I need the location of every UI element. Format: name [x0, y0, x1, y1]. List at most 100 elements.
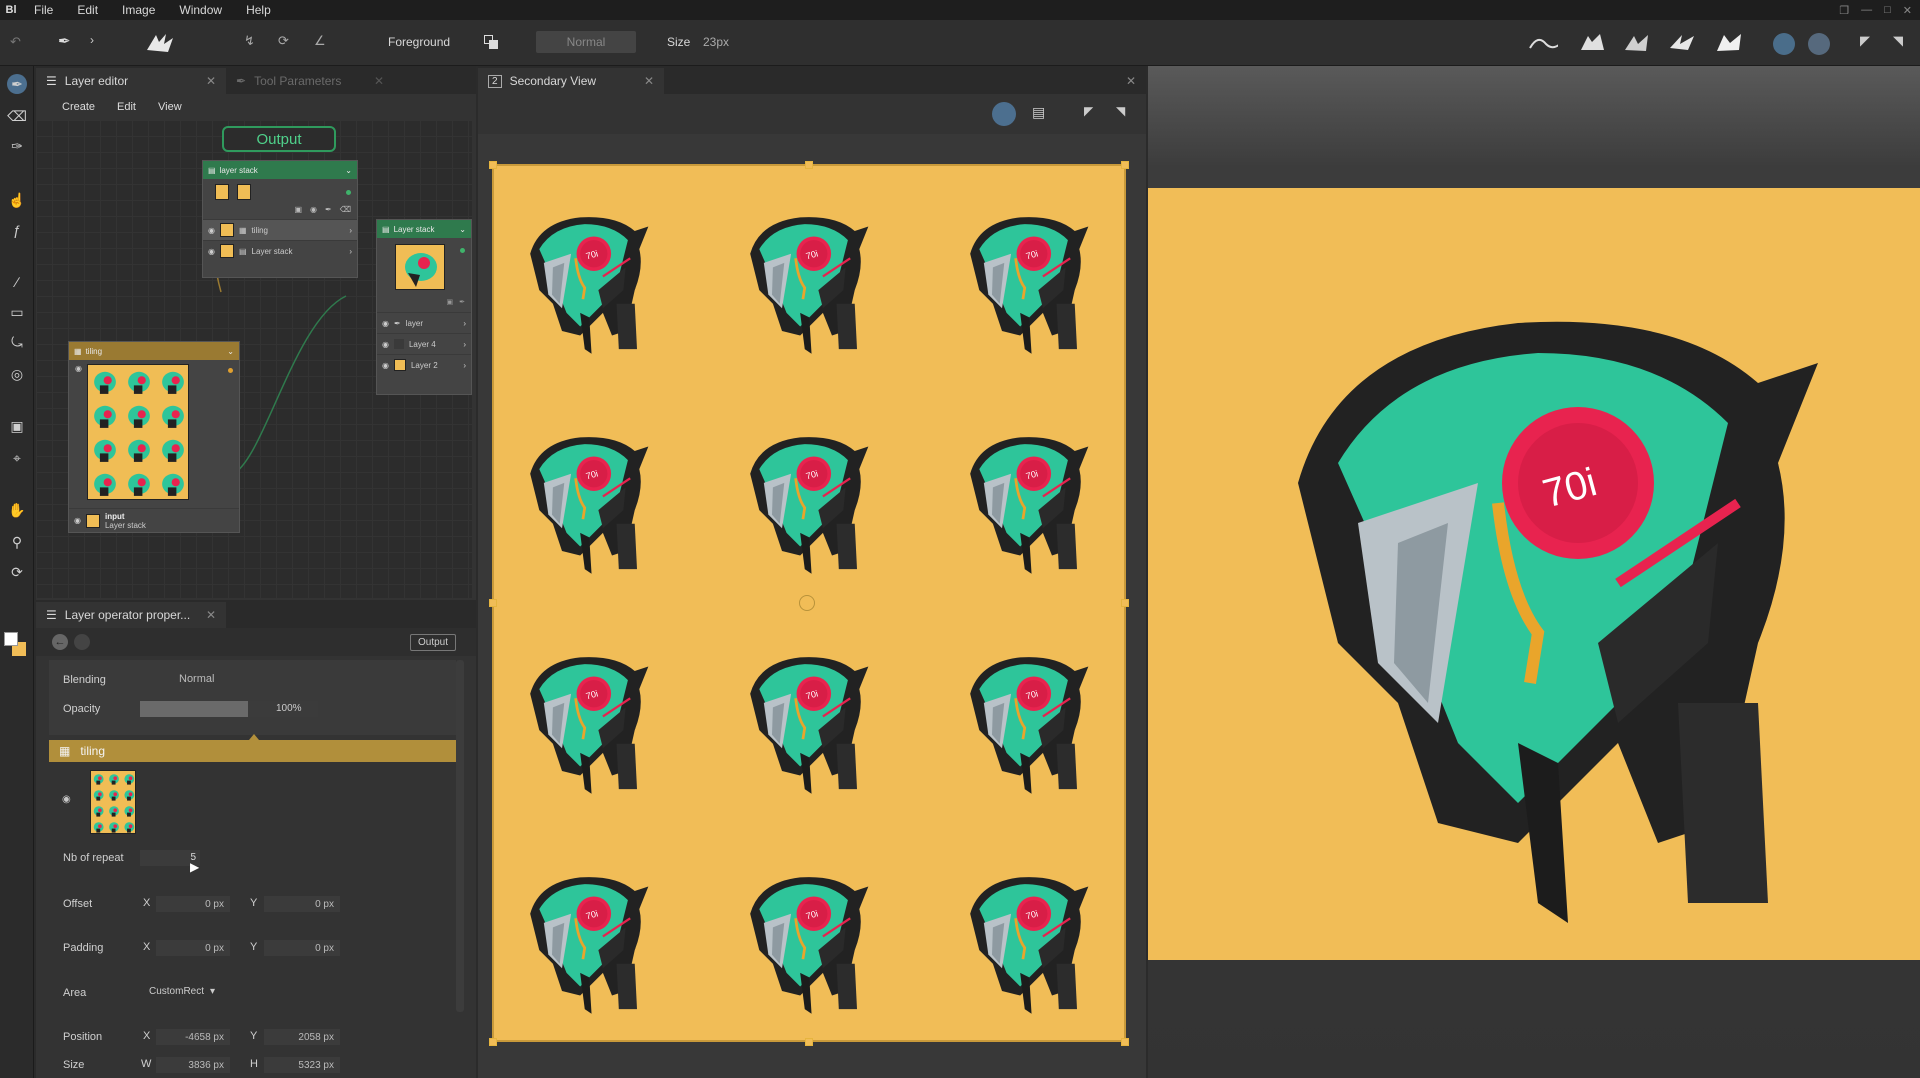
padding-y-field[interactable]: 0 px: [264, 940, 340, 956]
tiling-input-row[interactable]: ◉ input Layer stack: [69, 508, 239, 532]
menu-create[interactable]: Create: [62, 101, 95, 113]
eye-icon[interactable]: ◉: [75, 364, 82, 373]
tab-tool-parameters[interactable]: ✒ Tool Parameters ✕: [226, 68, 394, 94]
forward-icon[interactable]: [74, 634, 90, 650]
brush-preset-4-icon[interactable]: [1668, 30, 1698, 56]
stroke-mode-icon[interactable]: ↯: [244, 33, 255, 49]
right-layer-stack-node[interactable]: ▤ Layer stack ⌄ ▣ ✒ ◉ ✒ layer › ◉ Layer 4 ›: [376, 219, 472, 395]
chevron-right-icon[interactable]: ›: [349, 226, 352, 235]
chevron-down-icon[interactable]: ⌄: [459, 225, 466, 234]
flip-icon[interactable]: ◥: [1116, 104, 1125, 118]
restore-icon[interactable]: ❐: [1839, 4, 1849, 17]
chevron-down-icon[interactable]: ⌄: [227, 347, 234, 356]
close-window-icon[interactable]: ✕: [1903, 4, 1912, 17]
chevron-down-icon[interactable]: ⌄: [345, 166, 352, 175]
eye-icon[interactable]: ◉: [208, 226, 215, 235]
tab-layer-editor[interactable]: ☰ Layer editor ✕: [36, 68, 226, 94]
opacity-slider[interactable]: 100%: [140, 701, 318, 717]
brush-icon[interactable]: ✒: [459, 298, 465, 312]
stack-row-layer-stack[interactable]: ◉ ▤ Layer stack ›: [203, 240, 357, 261]
eraser-mode-icon[interactable]: [1808, 33, 1830, 55]
props-scrollbar[interactable]: [456, 660, 464, 1012]
swap-colors-icon[interactable]: [484, 35, 498, 49]
stack-row-layer-4[interactable]: ◉ Layer 4 ›: [377, 333, 471, 354]
chevron-right-icon[interactable]: ›: [349, 247, 352, 256]
mirror-icon[interactable]: ◤: [1084, 104, 1093, 118]
output-node[interactable]: Output: [222, 126, 336, 152]
minimize-icon[interactable]: —: [1861, 4, 1872, 17]
flip-icon[interactable]: ◥: [1893, 33, 1903, 49]
mask-icon[interactable]: ▣: [447, 298, 454, 312]
pressure-icon[interactable]: ⟳: [278, 33, 289, 49]
menu-edit[interactable]: Edit: [117, 101, 136, 113]
eraser-tool-icon[interactable]: ⌫: [7, 106, 27, 126]
transform-handle[interactable]: [489, 1038, 497, 1046]
eye-icon[interactable]: ◉: [208, 247, 215, 256]
blend-mode-select[interactable]: Normal: [536, 31, 636, 53]
close-icon[interactable]: ✕: [206, 74, 216, 88]
brush-preset-icon[interactable]: [144, 30, 176, 56]
fx-icon[interactable]: ◉: [310, 205, 317, 219]
eye-icon[interactable]: ◉: [62, 794, 71, 805]
brush-preset-3-icon[interactable]: [1622, 30, 1652, 56]
menu-help[interactable]: Help: [234, 3, 283, 17]
node-graph[interactable]: Output ▤ layer stack ⌄ ▣ ◉ ✒ ⌫ ◉ ▦ tiling › ◉: [36, 120, 472, 598]
close-panel-icon[interactable]: ✕: [1126, 74, 1136, 88]
transform-handle[interactable]: [1121, 1038, 1129, 1046]
eye-icon[interactable]: ◉: [382, 361, 389, 370]
tab-secondary-view[interactable]: 2 Secondary View ✕: [478, 68, 664, 94]
menu-image[interactable]: Image: [110, 3, 167, 17]
layer-stack-node[interactable]: ▤ layer stack ⌄ ▣ ◉ ✒ ⌫ ◉ ▦ tiling › ◉ ▤ Laye…: [202, 160, 358, 278]
brush-icon[interactable]: ✒: [325, 205, 332, 219]
menu-file[interactable]: File: [22, 3, 65, 17]
mask-icon[interactable]: ▣: [294, 205, 302, 219]
color-swatches[interactable]: [4, 632, 28, 660]
crop-icon[interactable]: ⌖: [7, 448, 27, 468]
transform-handle[interactable]: [1121, 161, 1129, 169]
close-icon[interactable]: ✕: [644, 74, 654, 88]
pivot-icon[interactable]: [799, 595, 815, 611]
eye-icon[interactable]: ◉: [382, 319, 389, 328]
view-layers-icon[interactable]: ▤: [1032, 104, 1045, 121]
size-value[interactable]: 23px: [703, 35, 729, 49]
stack-row-tiling[interactable]: ◉ ▦ tiling ›: [203, 219, 357, 240]
chevron-right-icon[interactable]: ›: [463, 361, 466, 370]
eye-icon[interactable]: ◉: [382, 340, 389, 349]
fx-tool-icon[interactable]: ƒ: [7, 220, 27, 240]
chevron-right-icon[interactable]: ›: [90, 33, 94, 47]
transform-handle[interactable]: [805, 1038, 813, 1046]
offset-x-field[interactable]: 0 px: [156, 896, 230, 912]
undo-icon[interactable]: ↶: [10, 34, 21, 50]
rotate-view-icon[interactable]: ⟳: [7, 562, 27, 582]
magic-select-icon[interactable]: ◎: [7, 364, 27, 384]
chevron-right-icon[interactable]: ›: [463, 340, 466, 349]
mirror-icon[interactable]: ◤: [1860, 33, 1870, 49]
back-icon[interactable]: ←: [52, 634, 68, 650]
hand-icon[interactable]: ✋: [7, 500, 27, 520]
paint-tool-icon[interactable]: ✒: [7, 74, 27, 94]
lasso-icon[interactable]: ⤿: [7, 332, 27, 352]
main-canvas[interactable]: 70i: [1148, 188, 1920, 960]
smudge-tool-icon[interactable]: ☝: [7, 190, 27, 210]
stack-row-layer-2[interactable]: ◉ Layer 2 ›: [377, 354, 471, 375]
transform-icon[interactable]: ▣: [7, 416, 27, 436]
close-icon[interactable]: ✕: [206, 608, 216, 622]
size-h-field[interactable]: 5323 px: [264, 1057, 340, 1073]
menu-edit[interactable]: Edit: [65, 3, 110, 17]
brush-preset-1-icon[interactable]: [1528, 30, 1558, 56]
padding-x-field[interactable]: 0 px: [156, 940, 230, 956]
trash-icon[interactable]: ⌫: [340, 205, 351, 219]
transform-handle[interactable]: [805, 161, 813, 169]
maximize-icon[interactable]: □: [1884, 4, 1891, 17]
chevron-right-icon[interactable]: ›: [463, 319, 466, 328]
size-w-field[interactable]: 3836 px: [156, 1057, 230, 1073]
angle-icon[interactable]: ∠: [314, 33, 326, 49]
brush-preset-5-icon[interactable]: [1714, 30, 1744, 56]
brush-tool-icon[interactable]: ✒: [58, 32, 71, 50]
eye-icon[interactable]: ◉: [74, 516, 81, 525]
stack-row-layer[interactable]: ◉ ✒ layer ›: [377, 312, 471, 333]
eyedropper-icon[interactable]: ✑: [7, 136, 27, 156]
view-sync-icon[interactable]: [992, 102, 1016, 126]
rect-select-icon[interactable]: ▭: [7, 302, 27, 322]
transform-handle[interactable]: [489, 161, 497, 169]
